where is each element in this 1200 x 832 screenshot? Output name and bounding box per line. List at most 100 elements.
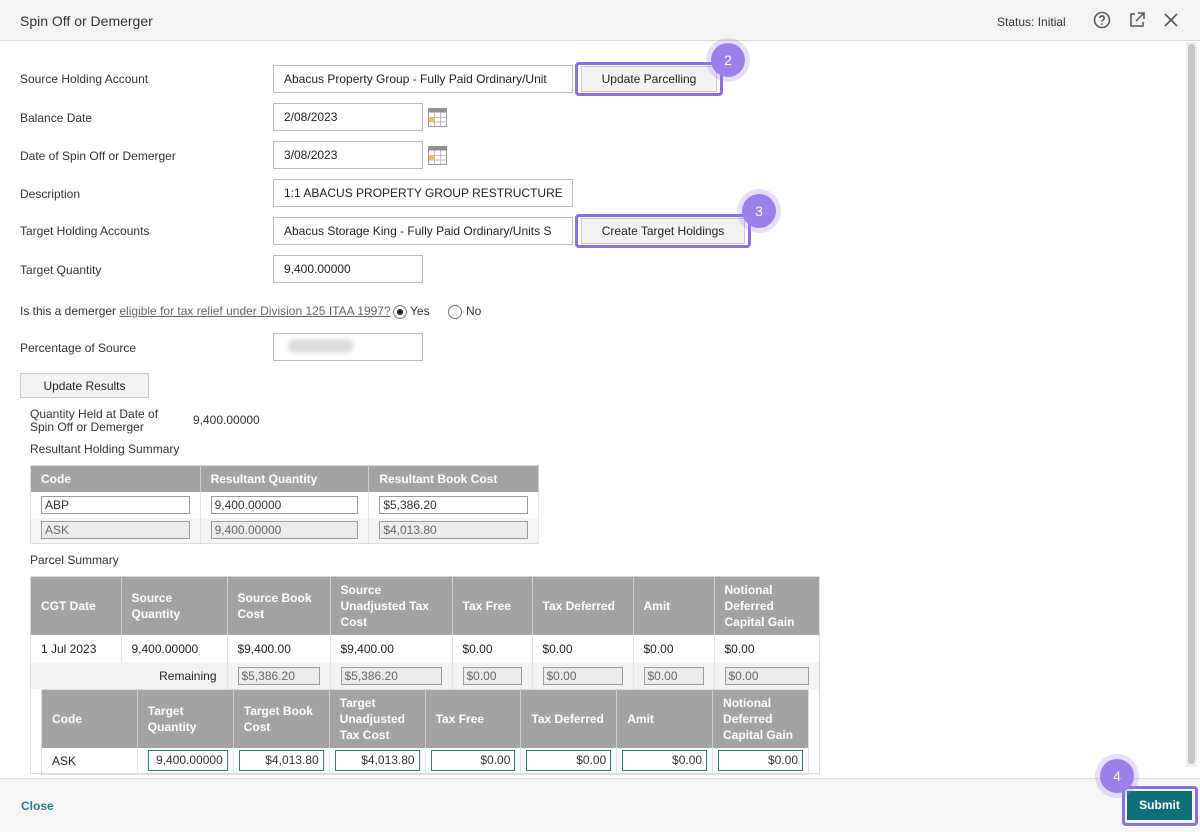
target-tax-free-input[interactable]: $0.00 bbox=[430, 750, 516, 772]
step-marker: 4 bbox=[1100, 759, 1134, 793]
percentage-label: Percentage of Source bbox=[20, 341, 137, 355]
column-header: Notional Deferred Capital Gain bbox=[714, 577, 819, 635]
source-book-cost-cell: $9,400.00 bbox=[227, 635, 331, 662]
table-row: ASK 9,400.00000 $4,013.80 bbox=[30, 517, 539, 544]
target-holdings-label: Target Holding Accounts bbox=[20, 224, 150, 238]
tax-deferred-cell: $0.00 bbox=[532, 635, 634, 662]
close-icon[interactable] bbox=[1161, 10, 1181, 30]
scrollbar-thumb[interactable] bbox=[1188, 44, 1195, 764]
update-results-button[interactable]: Update Results bbox=[20, 373, 149, 398]
balance-date-field[interactable]: 2/08/2023 bbox=[273, 103, 423, 131]
amit-cell: $0.00 bbox=[633, 635, 715, 662]
source-holding-label: Source Holding Account bbox=[20, 72, 149, 86]
code-cell[interactable]: ABP bbox=[41, 495, 190, 514]
calendar-icon[interactable] bbox=[428, 108, 447, 127]
redacted-value bbox=[288, 339, 354, 353]
target-amit-input[interactable]: $0.00 bbox=[622, 750, 708, 772]
spin-date-field[interactable]: 3/08/2023 bbox=[273, 141, 423, 169]
dialog-header: Spin Off or Demerger Status: Initial bbox=[0, 0, 1200, 41]
table-row: ASK 9,400.00000 $4,013.80 $4,013.80 $0.0… bbox=[41, 747, 809, 775]
column-header: Source Book Cost bbox=[227, 577, 331, 635]
update-parcelling-button[interactable]: Update Parcelling bbox=[581, 66, 717, 92]
vertical-scrollbar[interactable] bbox=[1186, 42, 1197, 767]
remaining-unadjusted-tax-cost: $5,386.20 bbox=[340, 666, 442, 685]
close-link[interactable]: Close bbox=[21, 799, 54, 813]
demerger-question: Is this a demerger eligible for tax reli… bbox=[20, 304, 391, 318]
column-header: Code bbox=[41, 689, 138, 748]
create-target-holdings-button[interactable]: Create Target Holdings bbox=[581, 218, 745, 244]
notional-deferred-gain-cell: $0.00 bbox=[724, 641, 755, 656]
parcel-summary-panel: CGT Date Source Quantity Source Book Cos… bbox=[30, 576, 820, 775]
remaining-label: Remaining bbox=[31, 662, 228, 689]
remaining-amit: $0.00 bbox=[643, 666, 704, 685]
help-icon[interactable] bbox=[1092, 10, 1112, 30]
source-unadjusted-tax-cost-cell: $9,400.00 bbox=[330, 635, 453, 662]
radio-no[interactable] bbox=[448, 305, 462, 319]
dialog-footer: Close Submit bbox=[0, 778, 1200, 832]
code-cell: ASK bbox=[41, 521, 190, 540]
remaining-row: Remaining $5,386.20 $5,386.20 $0.00 $0.0… bbox=[31, 662, 819, 689]
column-header: Target Book Cost bbox=[233, 689, 330, 748]
parcel-summary-title: Parcel Summary bbox=[30, 553, 119, 567]
target-quantity-field[interactable]: 9,400.00000 bbox=[273, 255, 423, 283]
column-header: Tax Free bbox=[425, 689, 522, 748]
column-header: Source Unadjusted Tax Cost bbox=[330, 577, 453, 635]
resultant-summary-title: Resultant Holding Summary bbox=[30, 442, 180, 456]
tax-free-cell: $0.00 bbox=[452, 635, 533, 662]
column-header: Resultant Book Cost bbox=[368, 465, 539, 492]
target-tax-deferred-input[interactable]: $0.00 bbox=[526, 750, 612, 772]
radio-yes-label: Yes bbox=[410, 304, 430, 318]
resultant-table: Code Resultant Quantity Resultant Book C… bbox=[30, 465, 539, 544]
column-header: Tax Deferred bbox=[520, 689, 618, 748]
quantity-held-label-line2: Spin Off or Demerger bbox=[30, 420, 144, 434]
column-header: Amit bbox=[616, 689, 714, 748]
column-header: Resultant Quantity bbox=[200, 465, 370, 492]
column-header: Tax Free bbox=[452, 577, 533, 635]
remaining-book-cost: $5,386.20 bbox=[237, 666, 320, 685]
target-quantity-input[interactable]: 9,400.00000 bbox=[147, 750, 228, 772]
target-table: Code Target Quantity Target Book Cost Ta… bbox=[41, 689, 809, 775]
table-row: 1 Jul 2023 9,400.00000 $9,400.00 $9,400.… bbox=[31, 635, 819, 662]
column-header: Notional Deferred Capital Gain bbox=[712, 689, 809, 748]
dialog-title: Spin Off or Demerger bbox=[20, 13, 153, 29]
calendar-icon[interactable] bbox=[428, 146, 447, 165]
column-header: Tax Deferred bbox=[532, 577, 634, 635]
column-header: Source Quantity bbox=[121, 577, 228, 635]
target-code-cell: ASK bbox=[41, 747, 138, 775]
remaining-notional-deferred-gain: $0.00 bbox=[724, 666, 809, 685]
quantity-cell: 9,400.00000 bbox=[210, 521, 359, 540]
source-quantity-cell: 9,400.00000 bbox=[121, 635, 228, 662]
target-quantity-label: Target Quantity bbox=[20, 263, 102, 277]
table-row: ABP 9,400.00000 $5,386.20 bbox=[30, 491, 539, 518]
division-125-link[interactable]: eligible for tax relief under Division 1… bbox=[119, 304, 390, 318]
target-book-cost-input[interactable]: $4,013.80 bbox=[238, 750, 324, 772]
radio-yes[interactable] bbox=[393, 305, 407, 319]
quantity-cell[interactable]: 9,400.00000 bbox=[210, 495, 359, 514]
book-cost-cell: $4,013.80 bbox=[379, 521, 528, 540]
column-header: Amit bbox=[633, 577, 715, 635]
quantity-held-value: 9,400.00000 bbox=[193, 413, 260, 427]
book-cost-cell[interactable]: $5,386.20 bbox=[379, 495, 528, 514]
target-unadjusted-tax-cost-input[interactable]: $4,013.80 bbox=[334, 750, 420, 772]
column-header: Code bbox=[30, 465, 201, 492]
status-text: Status: Initial bbox=[997, 15, 1066, 29]
parcel-table: CGT Date Source Quantity Source Book Cos… bbox=[31, 577, 819, 689]
demerger-question-text: Is this a demerger bbox=[20, 304, 120, 318]
target-holdings-field[interactable]: Abacus Storage King - Fully Paid Ordinar… bbox=[273, 217, 573, 245]
column-header: Target Quantity bbox=[137, 689, 234, 748]
remaining-tax-deferred: $0.00 bbox=[542, 666, 623, 685]
description-label: Description bbox=[20, 187, 81, 201]
submit-button[interactable]: Submit bbox=[1127, 791, 1192, 820]
quantity-held-label: Quantity Held at Date of Spin Off or Dem… bbox=[30, 408, 158, 434]
balance-date-label: Balance Date bbox=[20, 111, 93, 125]
cgt-date-cell: 1 Jul 2023 bbox=[31, 635, 122, 662]
description-field[interactable]: 1:1 ABACUS PROPERTY GROUP RESTRUCTURE bbox=[273, 179, 573, 207]
source-holding-field[interactable]: Abacus Property Group - Fully Paid Ordin… bbox=[273, 65, 573, 93]
radio-no-label: No bbox=[466, 304, 482, 318]
step-marker: 2 bbox=[711, 43, 745, 77]
step-marker: 3 bbox=[742, 194, 776, 228]
column-header: CGT Date bbox=[31, 577, 122, 635]
column-header: Target Unadjusted Tax Cost bbox=[329, 689, 426, 748]
popout-icon[interactable] bbox=[1127, 10, 1147, 30]
target-notional-deferred-gain-input[interactable]: $0.00 bbox=[718, 750, 803, 772]
